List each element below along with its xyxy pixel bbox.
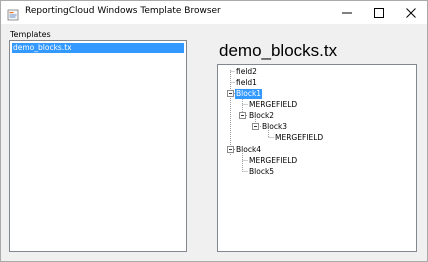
tree-node-block2[interactable]: Block2 — [248, 111, 275, 121]
maximize-icon — [374, 3, 384, 22]
tree-node-mergefield[interactable]: MERGEFIELD — [274, 133, 324, 143]
app-window: ReportingCloud Windows Template Browser … — [0, 0, 428, 262]
maximize-button[interactable] — [363, 1, 395, 24]
minimize-button[interactable] — [331, 1, 363, 24]
collapse-minus-icon[interactable] — [252, 123, 259, 130]
window-title: ReportingCloud Windows Template Browser — [25, 6, 221, 16]
close-button[interactable] — [395, 1, 427, 24]
template-heading: demo_blocks.tx — [219, 41, 338, 60]
collapse-minus-icon[interactable] — [227, 146, 234, 153]
collapse-minus-icon[interactable] — [239, 112, 246, 119]
templates-listbox[interactable]: demo_blocks.tx — [9, 40, 187, 252]
tree-node-block1[interactable]: Block1 — [235, 89, 263, 99]
template-list-item[interactable]: demo_blocks.tx — [12, 43, 184, 53]
tree-node-field1[interactable]: field1 — [235, 78, 258, 88]
collapse-minus-icon[interactable] — [227, 90, 234, 97]
tree-node-mergefield[interactable]: MERGEFIELD — [248, 156, 298, 166]
close-icon — [406, 3, 416, 22]
tree-node-mergefield[interactable]: MERGEFIELD — [248, 100, 298, 110]
tree-node-block5[interactable]: Block5 — [248, 167, 275, 177]
tree-node-block4[interactable]: Block4 — [235, 145, 262, 155]
template-tree-view[interactable]: field2 field1 Block1 MERGEFIELD Block2 B… — [217, 64, 417, 252]
tree-node-block3[interactable]: Block3 — [261, 122, 288, 132]
app-icon — [7, 6, 19, 21]
templates-label: Templates — [10, 30, 51, 39]
minimize-icon — [342, 3, 352, 22]
title-bar[interactable]: ReportingCloud Windows Template Browser — [1, 1, 427, 24]
tree-node-field2[interactable]: field2 — [235, 67, 258, 77]
